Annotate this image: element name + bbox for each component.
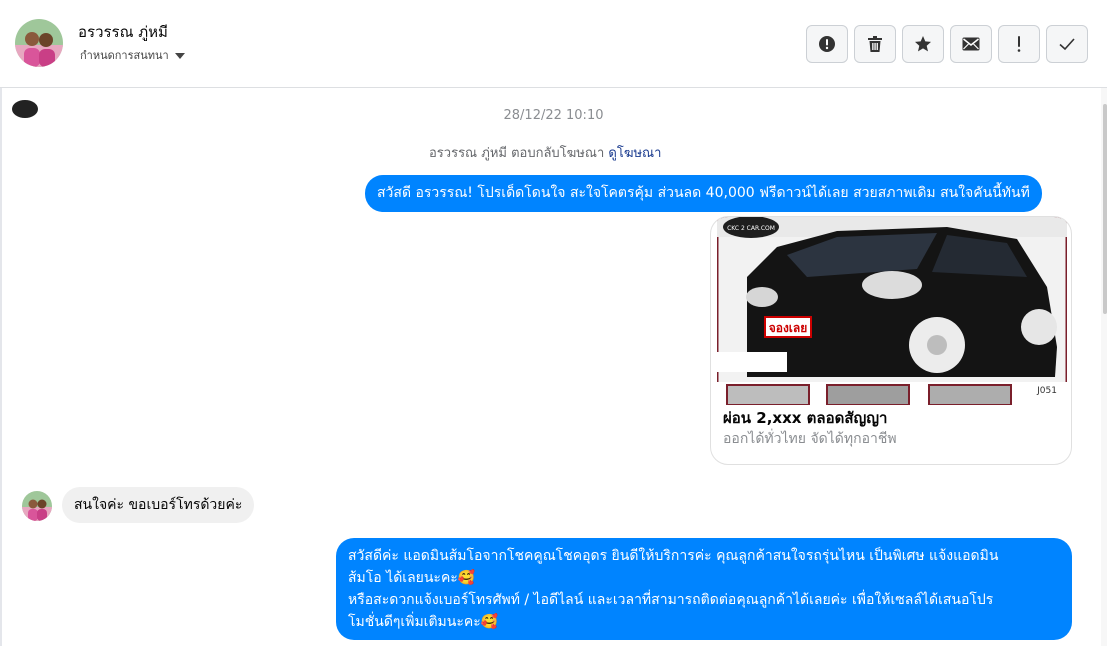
view-ad-link[interactable]: ดูโฆษณา (608, 146, 661, 161)
ad-badge-text: จองเลย (769, 321, 808, 335)
ad-card-subtitle: ออกได้ทั่วไทย จัดได้ทุกอาชีพ (723, 431, 897, 447)
checkmark-icon (1059, 38, 1075, 51)
outgoing-message-reply: สวัสดีค่ะ แอดมินส้มโอจากโชคคูณโชคอุดร ยิ… (336, 538, 1072, 640)
ad-reply-text: อรวรรณ ภู่หมี ตอบกลับโฆษณา (429, 146, 605, 161)
ad-code-text: J051 (1036, 386, 1057, 396)
ad-card-title: ผ่อน 2,xxx ตลอดสัญญา (723, 409, 888, 427)
scrollbar-thumb[interactable] (1103, 104, 1107, 314)
conversation-toolbar (806, 25, 1088, 63)
message-line: หรือสะดวกแจ้งเบอร์โทรศัพท์ / ไอดีไลน์ แล… (348, 592, 994, 608)
trash-icon (868, 36, 882, 52)
exclamation-icon (1017, 36, 1021, 52)
left-border (0, 0, 2, 646)
important-button[interactable] (998, 25, 1040, 63)
contact-avatar[interactable] (15, 19, 63, 67)
alert-circle-icon (819, 36, 835, 52)
ad-watermark-text: CKC 2 CAR.COM (727, 225, 775, 232)
report-button[interactable] (806, 25, 848, 63)
ad-card[interactable]: CKC 2 CAR.COM จองเลย J051 ผ่อน 2,xxx ตลอ… (710, 216, 1072, 465)
contact-avatar-small (22, 491, 52, 521)
message-line: ส้มโอ ได้เลยนะคะ🥰 (348, 570, 476, 586)
assign-label: กำหนดการสนทนา (80, 49, 169, 62)
contact-name: อรวรรณ ภู่หมี (78, 23, 168, 41)
star-button[interactable] (902, 25, 944, 63)
mark-unread-button[interactable] (950, 25, 992, 63)
message-line: สวัสดีค่ะ แอดมินส้มโอจากโชคคูณโชคอุดร ยิ… (348, 548, 999, 564)
done-button[interactable] (1046, 25, 1088, 63)
delete-button[interactable] (854, 25, 896, 63)
star-icon (915, 36, 931, 52)
message-line: โมชั่นดีๆเพิ่มเติมนะคะ🥰 (348, 614, 499, 630)
incoming-message: สนใจค่ะ ขอเบอร์โทรด้วยค่ะ (62, 487, 255, 523)
conversation-header: อรวรรณ ภู่หมี กำหนดการสนทนา (0, 0, 1107, 88)
outgoing-message: สวัสดี อรวรรณ! โปรเด็ดโดนใจ สะใจโคตรคุ้ม… (365, 175, 1042, 212)
envelope-icon (962, 37, 980, 51)
message-timestamp: 28/12/22 10:10 (503, 108, 604, 123)
assign-conversation-dropdown[interactable]: กำหนดการสนทนา (80, 46, 185, 64)
ad-reply-notice: อรวรรณ ภู่หมี ตอบกลับโฆษณา ดูโฆษณา (429, 142, 661, 163)
ad-car-image: CKC 2 CAR.COM จองเลย J051 (717, 217, 1067, 405)
caret-down-icon (174, 52, 185, 59)
